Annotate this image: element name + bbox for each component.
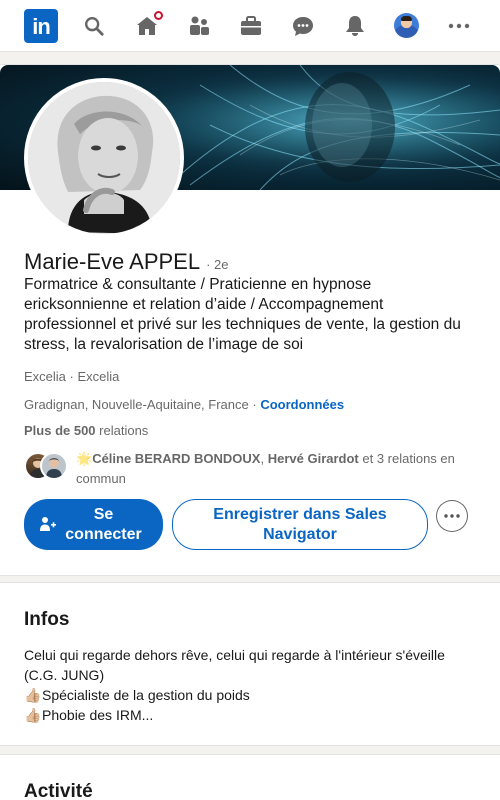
logo-text: in [32,13,51,39]
activity-title: Activité [24,781,93,800]
about-section: Infos Celui qui regarde dehors rêve, cel… [0,582,500,746]
name-row: Marie-Eve APPEL · 2e [24,249,228,275]
avatar[interactable] [394,13,419,38]
connect-label: Se connecter [65,505,142,543]
profile-location-row: Gradignan, Nouvelle-Aquitaine, France · … [24,397,344,412]
mutual-avatar-2 [40,452,68,480]
location-separator: · [248,397,261,412]
about-line-3-row: 👍🏼Phobie des IRM... [24,705,474,725]
network-icon[interactable] [185,12,213,40]
linkedin-logo[interactable]: in [24,9,58,43]
connections-label: relations [95,423,149,438]
save-sales-navigator-button[interactable]: Enregistrer dans Sales Navigator [172,499,428,550]
mutual-person-1: Céline BERARD BONDOUX [92,451,261,466]
contact-info-link[interactable]: Coordonnées [260,397,344,412]
profile-photo[interactable] [24,78,184,238]
thumbs-up-icon: 👍🏼 [24,707,42,723]
add-connection-icon [40,516,56,532]
star-emoji: 🌟 [76,451,93,466]
profile-location: Gradignan, Nouvelle-Aquitaine, France [24,397,249,412]
about-text: Celui qui regarde dehors rêve, celui qui… [24,645,474,725]
search-icon[interactable] [80,12,108,40]
top-nav: in [0,0,500,52]
connections-count-row[interactable]: Plus de 500 relations [24,423,148,438]
mutual-person-2: Hervé Girardot [267,451,359,466]
about-title: Infos [24,609,70,630]
about-line-1: Celui qui regarde dehors rêve, celui qui… [24,647,445,683]
profile-name: Marie-Eve APPEL [24,249,201,274]
profile-company: Excelia · Excelia [24,369,120,384]
activity-section: Activité [0,754,500,800]
thumbs-up-icon: 👍🏼 [24,687,42,703]
profile-headline: Formatrice & consultante / Praticienne e… [24,276,461,353]
mutual-connections-avatars[interactable] [24,452,70,482]
profile-more-button[interactable] [436,500,468,532]
more-icon[interactable] [445,12,473,40]
notifications-icon[interactable] [341,12,369,40]
about-line-3: Phobie des IRM... [42,707,154,723]
about-line-2-row: 👍🏼Spécialiste de la gestion du poids [24,685,474,705]
connection-degree: · 2e [206,257,229,272]
home-icon[interactable] [133,9,165,40]
jobs-icon[interactable] [237,12,265,40]
notification-badge [152,9,165,22]
mutual-connections-text[interactable]: 🌟Céline BERARD BONDOUX, Hervé Girardot e… [76,449,476,489]
messaging-icon[interactable] [289,12,317,40]
mutual-separator: , [260,451,268,466]
about-line-2: Spécialiste de la gestion du poids [42,687,250,703]
profile-card: Marie-Eve APPEL · 2e Formatrice & consul… [0,64,500,576]
connect-button[interactable]: Se connecter [24,499,163,550]
connections-count: Plus de 500 [24,423,96,438]
ellipsis-icon [444,514,460,518]
